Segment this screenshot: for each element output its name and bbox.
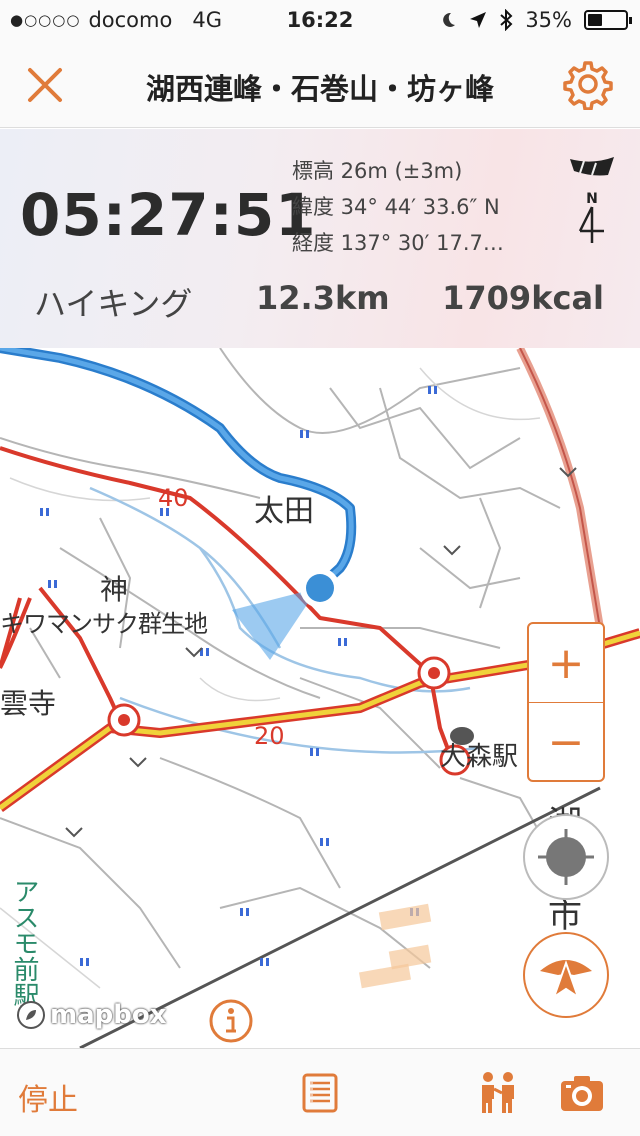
zoom-controls: + − bbox=[527, 622, 605, 782]
latitude: 緯度 34° 44′ 33.6″ N bbox=[292, 195, 500, 219]
navigation-arrow-icon bbox=[540, 959, 592, 1000]
zoom-in-button[interactable]: + bbox=[529, 624, 603, 702]
gear-icon[interactable] bbox=[562, 58, 614, 110]
route-40-label: 40 bbox=[158, 484, 189, 512]
stats-panel: 05:27:51 標高 26m (±3m) 緯度 34° 44′ 33.6″ N… bbox=[0, 129, 640, 348]
location-arrow-icon bbox=[470, 12, 487, 28]
battery-icon bbox=[584, 10, 632, 30]
bluetooth-icon bbox=[500, 9, 513, 31]
locate-button[interactable] bbox=[523, 814, 609, 900]
route-20-label: 20 bbox=[254, 722, 285, 750]
list-icon[interactable] bbox=[296, 1069, 344, 1117]
zoom-out-button[interactable]: − bbox=[529, 703, 603, 781]
activity-type: ハイキング bbox=[34, 285, 193, 323]
compass-north-label: N bbox=[586, 191, 598, 207]
map-label-kami: 神 bbox=[100, 573, 129, 606]
mapbox-text: mapbox bbox=[50, 1000, 167, 1030]
distance: 12.3km bbox=[256, 279, 390, 317]
bottom-toolbar: 停止 bbox=[0, 1048, 640, 1136]
page-title: 湖西連峰・石巻山・坊ヶ峰 bbox=[145, 72, 494, 106]
close-icon[interactable] bbox=[20, 60, 70, 110]
location-info: 標高 26m (±3m) 緯度 34° 44′ 33.6″ N 経度 137° … bbox=[292, 153, 504, 261]
mapbox-attribution: mapbox bbox=[16, 1000, 167, 1030]
calories: 1709kcal bbox=[442, 279, 604, 317]
longitude: 経度 137° 30′ 17.7… bbox=[292, 231, 504, 255]
battery-percent: 35% bbox=[525, 8, 572, 32]
camera-icon[interactable] bbox=[558, 1069, 606, 1117]
mapbox-logo-icon bbox=[17, 1001, 45, 1029]
info-icon[interactable] bbox=[208, 998, 254, 1044]
elevation: 標高 26m (±3m) bbox=[292, 159, 463, 183]
map-view[interactable]: 太田 神 キワマンサク群生地 雲寺 大森駅 40 20 湖 市 アスモ前駅 + … bbox=[0, 348, 640, 1048]
nav-bar: 湖西連峰・石巻山・坊ヶ峰 bbox=[0, 40, 640, 128]
compass-icon: N bbox=[570, 157, 614, 243]
crosshair-icon bbox=[538, 829, 594, 885]
map-label-ota: 太田 bbox=[254, 494, 314, 529]
status-bar: ●○○○○ docomo 4G 16:22 35% bbox=[0, 0, 640, 40]
summary-row: ハイキング 12.3km 1709kcal bbox=[0, 279, 640, 323]
map-label-unji: 雲寺 bbox=[0, 687, 57, 720]
moon-icon bbox=[443, 12, 456, 27]
map-label-omori-station: 大森駅 bbox=[440, 742, 519, 772]
heading-mode-button[interactable] bbox=[523, 932, 609, 1018]
elapsed-time: 05:27:51 bbox=[20, 181, 317, 249]
map-label-gunsei: キワマンサク群生地 bbox=[0, 610, 208, 638]
stop-button[interactable]: 停止 bbox=[18, 1075, 78, 1119]
hikers-icon[interactable] bbox=[474, 1069, 522, 1117]
